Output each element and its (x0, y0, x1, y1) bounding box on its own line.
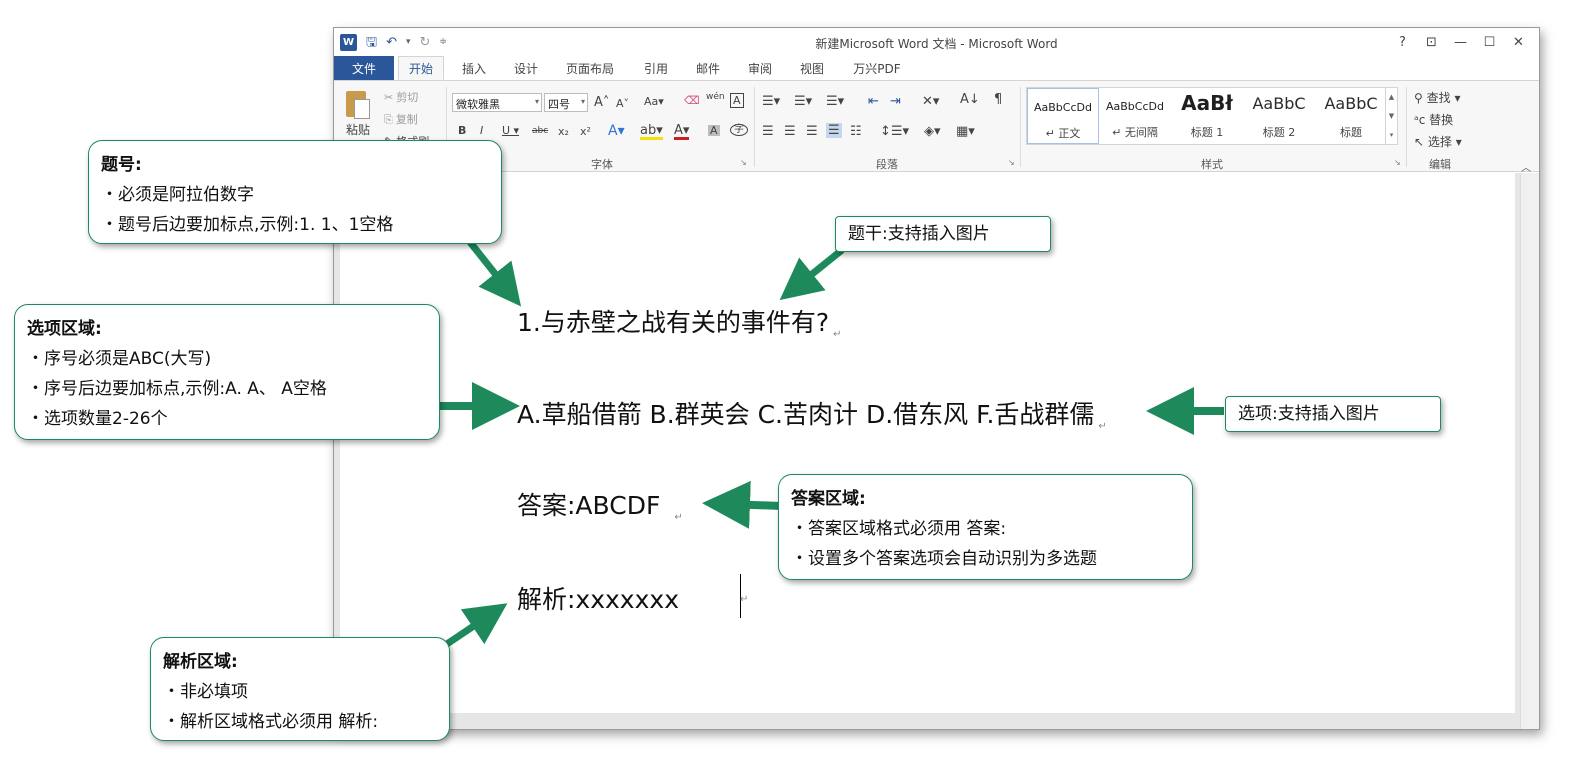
callout-stem: 题干:支持插入图片 (835, 216, 1051, 252)
callout-answer-area: 答案区域: ・答案区域格式必须用 答案: ・设置多个答案选项会自动识别为多选题 (778, 474, 1193, 580)
arrow-to-stem (779, 247, 845, 301)
arrow-to-answer (702, 480, 783, 529)
callout-options: 选项:支持插入图片 (1225, 396, 1441, 432)
callout-number: 题号: ・必须是阿拉伯数字 ・题号后边要加标点,示例:1. 1、1空格 (88, 140, 502, 244)
callout-options-area: 选项区域: ・序号必须是ABC(大写) ・序号后边要加标点,示例:A. A、 A… (14, 304, 440, 440)
callout-analysis-area: 解析区域: ・非必填项 ・解析区域格式必须用 解析: (150, 637, 450, 741)
